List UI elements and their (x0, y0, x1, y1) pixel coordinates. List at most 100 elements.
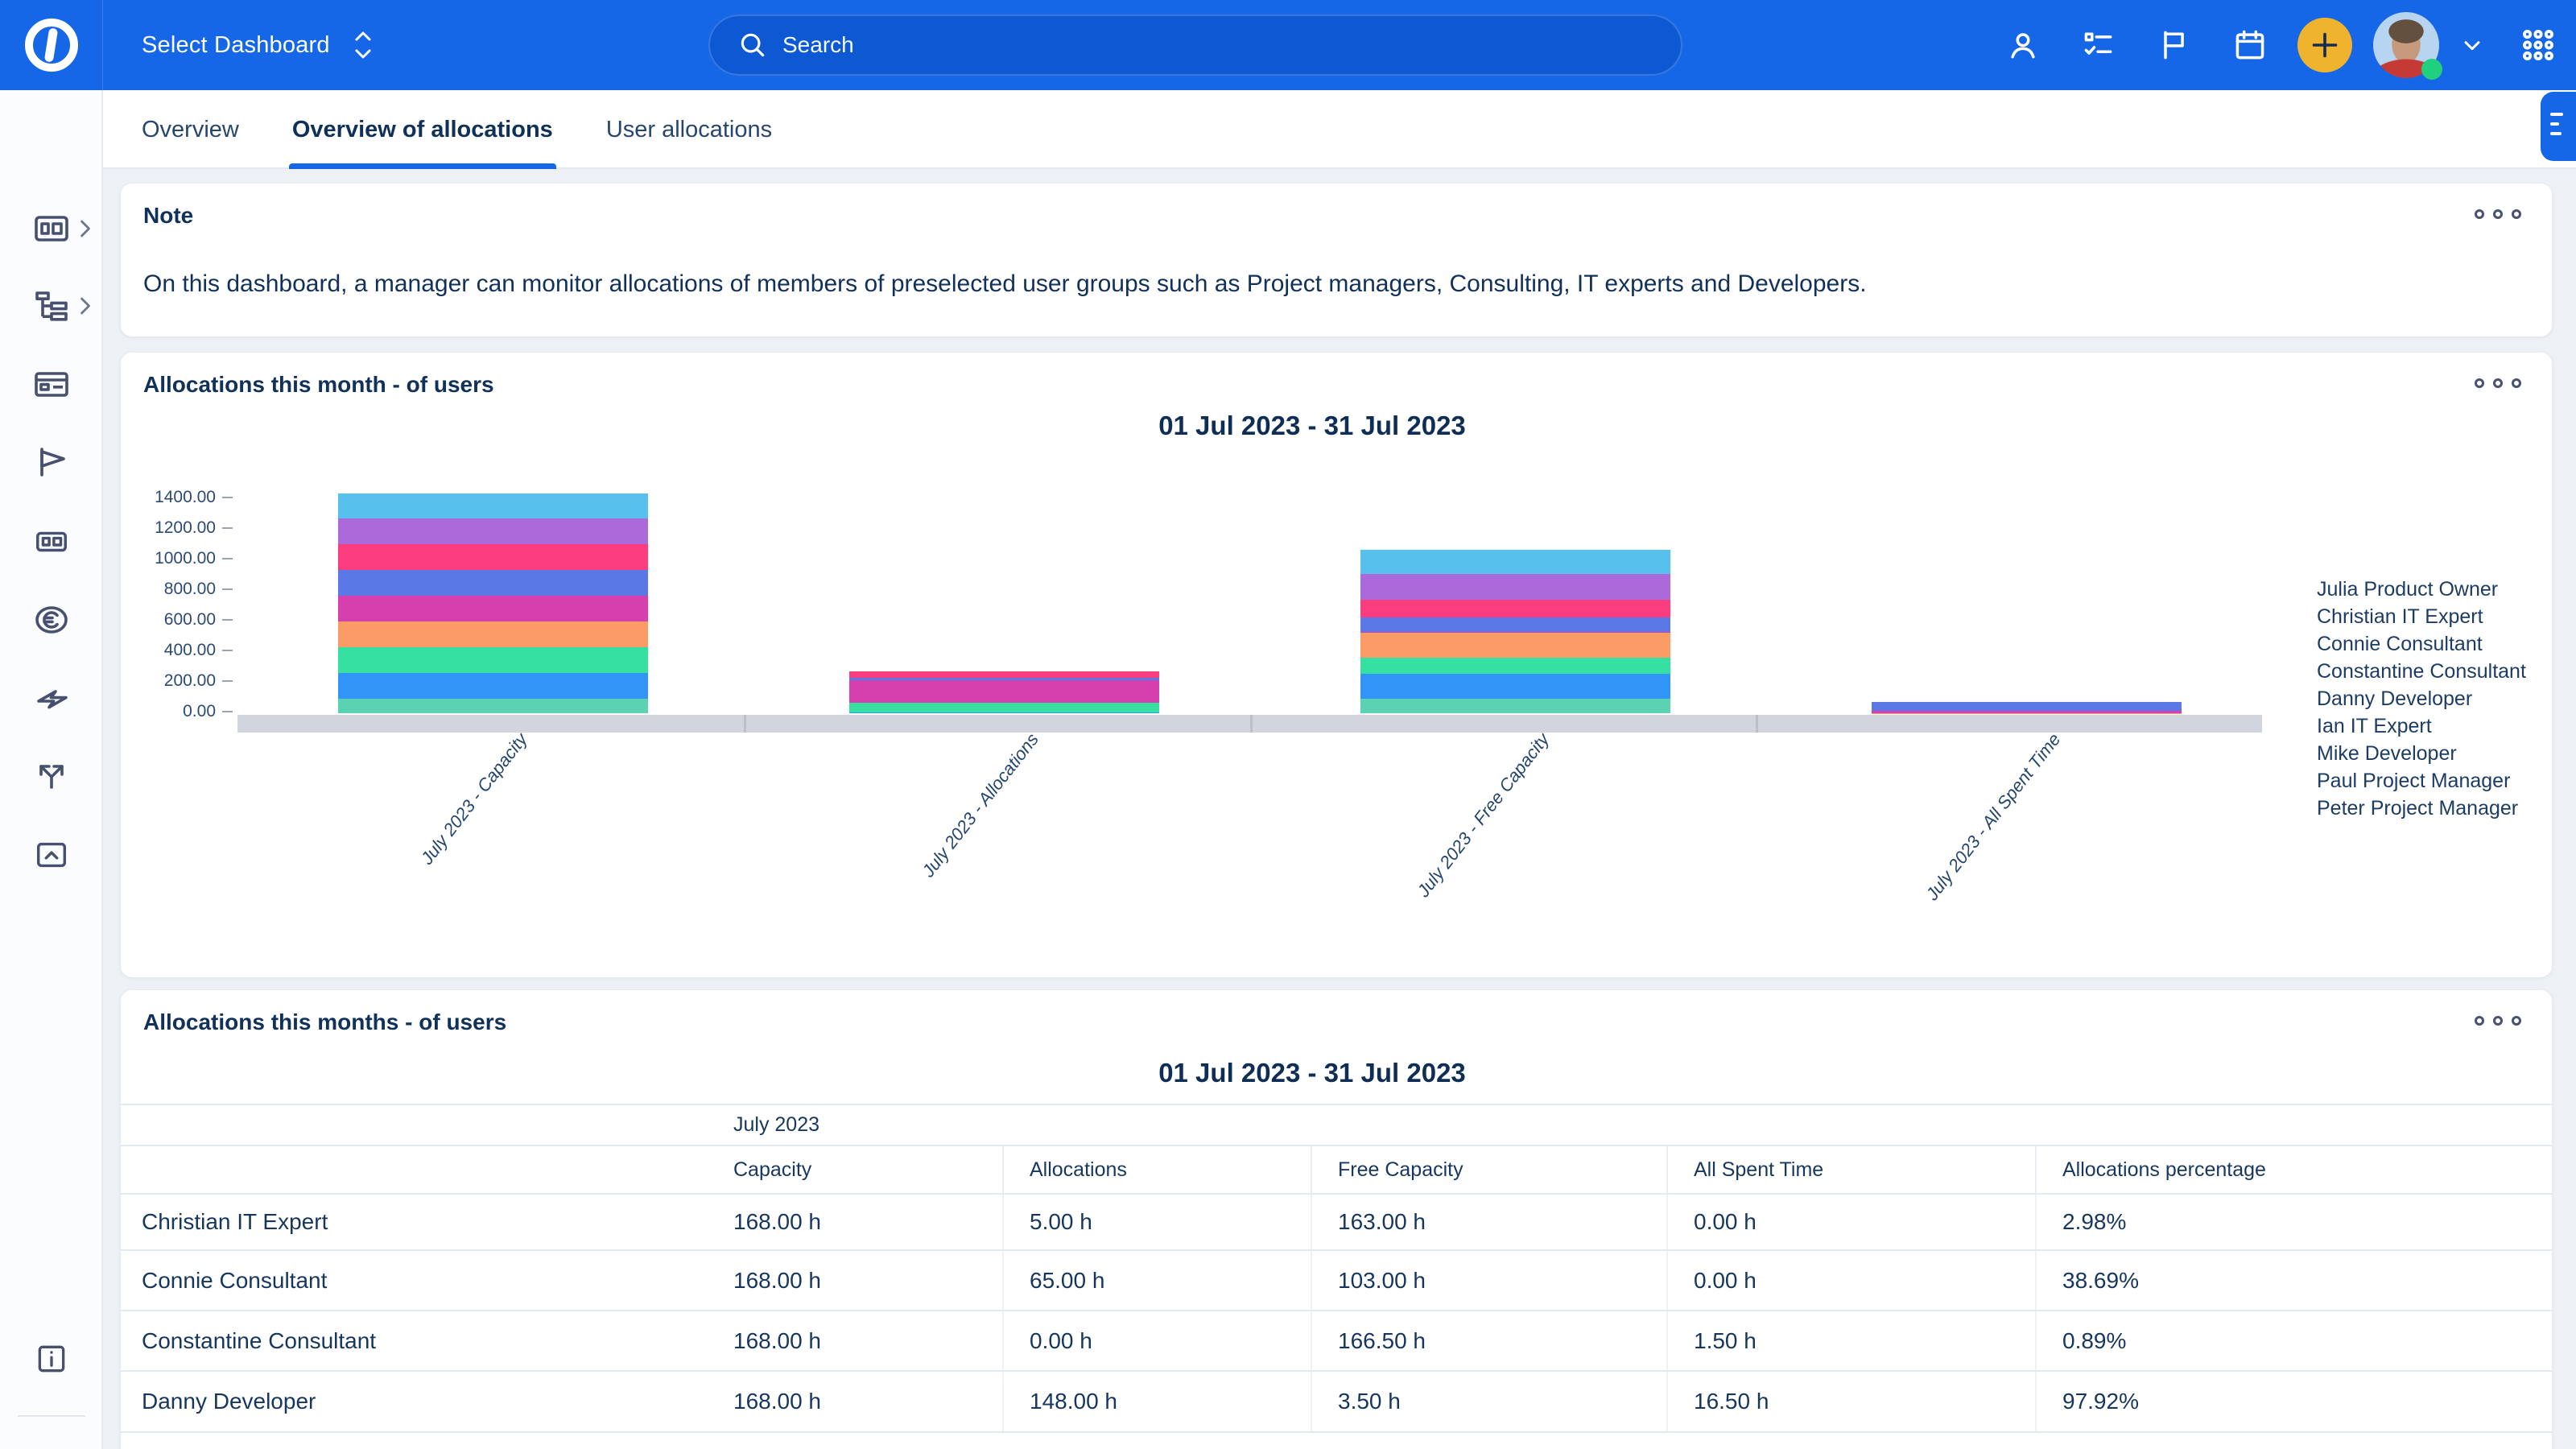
checklist-icon[interactable] (2061, 0, 2136, 90)
value-cell: 2.98% (2035, 1195, 2552, 1249)
chevron-right-icon (79, 296, 92, 316)
stacked-bar-1[interactable] (338, 493, 648, 713)
table-row[interactable]: Danny Developer168.00 h148.00 h3.50 h16.… (121, 1370, 2552, 1431)
legend-item[interactable]: Paul Project Manager (2317, 767, 2550, 795)
value-cell: 168.00 h (708, 1251, 1002, 1310)
y-tick-label: 0.00 (121, 702, 216, 721)
bar-segment[interactable] (1360, 699, 1670, 713)
sidebar-item-archive[interactable] (0, 818, 103, 892)
bar-segment[interactable] (1360, 600, 1670, 617)
bar-segment[interactable] (338, 673, 648, 699)
chart-card-menu-icon[interactable] (2470, 374, 2526, 393)
bar-segment[interactable] (338, 699, 648, 713)
legend-item[interactable]: Danny Developer (2317, 685, 2550, 712)
table-header-row: CapacityAllocationsFree CapacityAll Spen… (121, 1145, 2552, 1193)
table-card-menu-icon[interactable] (2470, 1011, 2526, 1030)
legend-item[interactable]: Connie Consultant (2317, 630, 2550, 658)
sidebar-item-pages[interactable] (0, 348, 103, 422)
bar-segment[interactable] (849, 671, 1159, 678)
bar-segment[interactable] (849, 703, 1159, 712)
value-cell: 168.00 h (708, 1195, 1002, 1249)
value-cell: 0.00 h (1666, 1195, 2035, 1249)
legend-item[interactable]: Constantine Consultant (2317, 658, 2550, 685)
add-plus-button[interactable] (2297, 18, 2352, 72)
bar-segment[interactable] (338, 544, 648, 570)
bar-segment[interactable] (849, 680, 1159, 703)
bar-segment[interactable] (338, 570, 648, 596)
chart-card-title: Allocations this month - of users (143, 372, 494, 398)
stacked-bar-3[interactable] (1360, 550, 1670, 713)
sidebar-item-panels[interactable] (0, 504, 103, 578)
table-row[interactable]: Connie Consultant168.00 h65.00 h103.00 h… (121, 1249, 2552, 1310)
note-body: On this dashboard, a manager can monitor… (143, 270, 1867, 298)
value-cell: 16.50 h (1666, 1372, 2035, 1431)
tab-overview[interactable]: Overview (138, 90, 242, 169)
sidebar-item-money[interactable] (0, 583, 103, 657)
dashboard-selector[interactable]: Select Dashboard (142, 29, 375, 61)
sidebar-item-project-tree[interactable] (0, 269, 103, 343)
user-avatar[interactable] (2373, 12, 2439, 78)
value-cell: 166.50 h (1311, 1311, 1666, 1370)
calendar-icon[interactable] (2212, 0, 2288, 90)
bar-segment[interactable] (338, 647, 648, 673)
bar-segment[interactable] (338, 518, 648, 544)
stacked-bar-2[interactable] (849, 671, 1159, 713)
sidebar-expand-button[interactable] (0, 1428, 103, 1449)
legend-item[interactable]: Mike Developer (2317, 740, 2550, 767)
sidebar-item-quick-actions[interactable] (0, 660, 103, 734)
sidebar-item-milestones[interactable] (0, 425, 103, 499)
value-cell: 103.00 h (1311, 1251, 1666, 1310)
bar-segment[interactable] (1360, 550, 1670, 574)
legend-item[interactable]: Peter Project Manager (2317, 795, 2550, 822)
legend-item[interactable]: Ian IT Expert (2317, 712, 2550, 740)
sidebar-item-dashboards[interactable] (0, 192, 103, 266)
tab-user-allocations[interactable]: User allocations (603, 90, 775, 169)
sidebar-item-info[interactable] (0, 1322, 103, 1396)
bar-segment[interactable] (338, 596, 648, 621)
y-tick-label: 1000.00 (121, 549, 216, 568)
bar-segment[interactable] (338, 493, 648, 519)
bar-segment[interactable] (1360, 633, 1670, 658)
table-card-title: Allocations this months - of users (143, 1009, 506, 1035)
flag-icon[interactable] (2136, 0, 2212, 90)
bar-segment[interactable] (849, 712, 1159, 713)
y-tick-label: 600.00 (121, 610, 216, 630)
right-edge-filter-button[interactable] (2541, 92, 2576, 161)
note-menu-icon[interactable] (2470, 204, 2526, 224)
y-tick-mark (222, 497, 233, 498)
tab-overview-of-allocations[interactable]: Overview of allocations (289, 90, 556, 169)
y-tick-mark (222, 558, 233, 559)
value-cell: 168.00 h (708, 1311, 1002, 1370)
legend-item[interactable]: Christian IT Expert (2317, 603, 2550, 630)
bar-segment[interactable] (1360, 658, 1670, 674)
value-cell: 0.00 h (1002, 1311, 1311, 1370)
bar-segment[interactable] (1360, 674, 1670, 699)
sidebar-item-workflow[interactable] (0, 739, 103, 813)
search-placeholder: Search (782, 32, 854, 58)
user-icon[interactable] (1985, 0, 2061, 90)
x-axis-label: July 2023 - Capacity (416, 729, 531, 869)
bar-segment[interactable] (1872, 702, 2182, 710)
value-cell: 168.00 h (708, 1372, 1002, 1431)
table-row[interactable]: Constantine Consultant168.00 h0.00 h166.… (121, 1310, 2552, 1370)
left-sidebar (0, 90, 103, 1449)
y-tick-label: 1200.00 (121, 518, 216, 538)
avatar-chevron-down-icon[interactable] (2444, 0, 2500, 90)
chart-legend: Julia Product OwnerChristian IT ExpertCo… (2317, 576, 2550, 822)
dashboard-selector-label: Select Dashboard (142, 32, 330, 59)
bar-segment[interactable] (1360, 574, 1670, 600)
apps-grid-icon[interactable] (2500, 0, 2576, 90)
sidebar-divider (18, 1415, 85, 1417)
user-name-cell: Connie Consultant (121, 1251, 708, 1310)
search-icon (737, 30, 768, 60)
table-row[interactable]: Christian IT Expert168.00 h5.00 h163.00 … (121, 1193, 2552, 1249)
search-input[interactable]: Search (708, 14, 1682, 76)
column-header: Allocations percentage (2035, 1146, 2552, 1193)
app-logo[interactable] (0, 0, 103, 90)
empty-cell (121, 1146, 708, 1193)
legend-item[interactable]: Julia Product Owner (2317, 576, 2550, 603)
user-name-cell: Constantine Consultant (121, 1311, 708, 1370)
bar-segment[interactable] (338, 621, 648, 647)
bar-segment[interactable] (1360, 617, 1670, 632)
stacked-bar-4[interactable] (1872, 702, 2182, 713)
